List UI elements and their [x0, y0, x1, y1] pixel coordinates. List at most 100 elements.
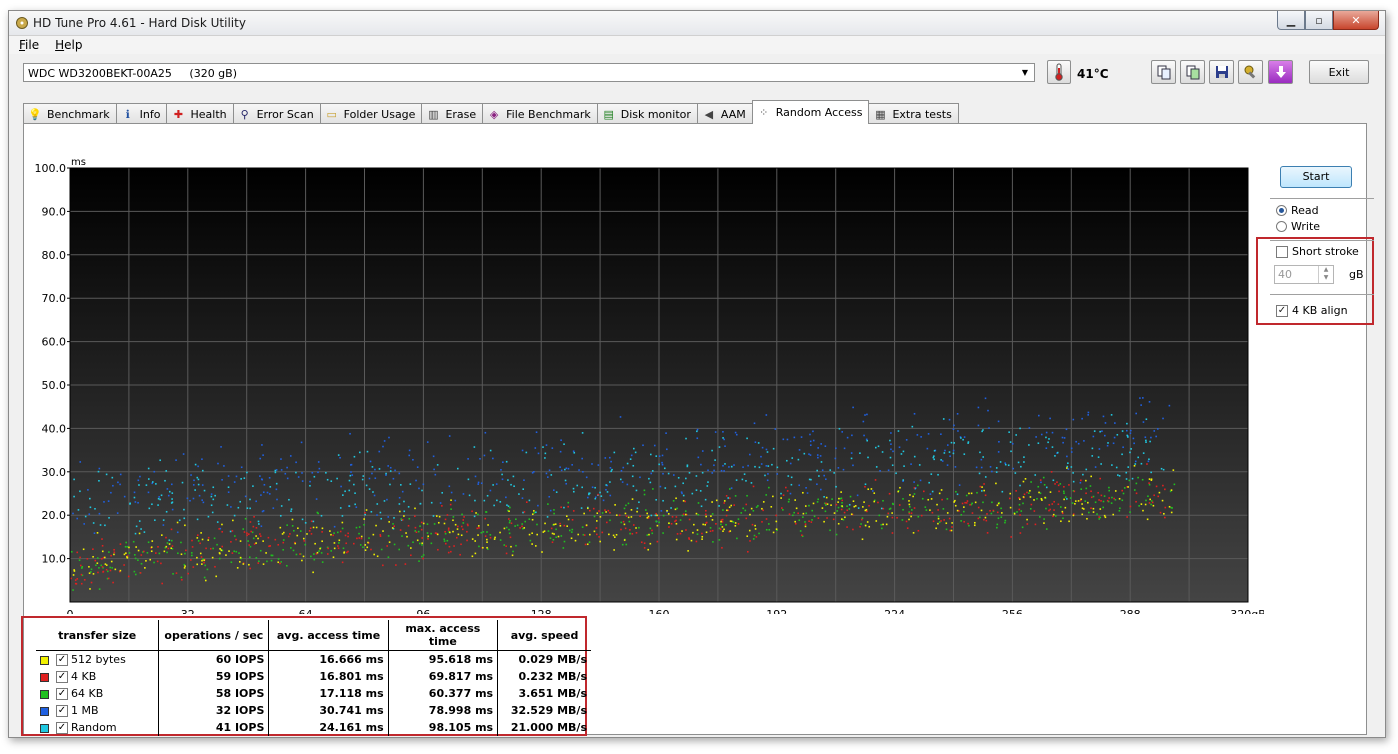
tab-file-benchmark[interactable]: ◈ File Benchmark	[482, 103, 598, 124]
data-point	[879, 470, 881, 472]
data-point	[798, 449, 801, 451]
data-point	[306, 533, 308, 535]
data-point	[284, 472, 287, 475]
data-point	[816, 454, 819, 456]
read-radio[interactable]: Read	[1276, 204, 1319, 217]
exit-button[interactable]: Exit	[1309, 60, 1369, 84]
maximize-button[interactable]: ▫	[1305, 11, 1333, 30]
tab-extra-tests[interactable]: ▦ Extra tests	[868, 103, 959, 124]
start-button[interactable]: Start	[1280, 166, 1352, 188]
data-point	[290, 510, 292, 512]
data-point	[133, 496, 136, 499]
data-point	[134, 532, 137, 535]
data-point	[946, 498, 949, 500]
data-point	[1035, 436, 1037, 438]
data-point	[301, 559, 303, 562]
data-point	[555, 536, 558, 539]
tab-disk-monitor[interactable]: ▤ Disk monitor	[596, 103, 698, 124]
data-point	[313, 475, 316, 478]
data-point	[516, 524, 519, 527]
data-point	[1155, 435, 1157, 438]
data-point	[94, 507, 96, 510]
title-bar[interactable]: HD Tune Pro 4.61 - Hard Disk Utility ▁ ▫…	[9, 11, 1385, 36]
data-point	[145, 484, 148, 486]
data-point	[960, 437, 962, 439]
copy-screenshot-button[interactable]	[1180, 60, 1205, 84]
series-checkbox[interactable]: ✓	[56, 688, 68, 700]
data-point	[104, 563, 107, 565]
tab-folder-usage[interactable]: ▭ Folder Usage	[319, 103, 423, 124]
data-point	[1085, 479, 1087, 482]
data-point	[448, 485, 451, 488]
series-checkbox[interactable]: ✓	[56, 671, 68, 683]
data-point	[921, 497, 924, 500]
data-point	[287, 535, 290, 538]
data-point	[239, 500, 242, 503]
menu-help[interactable]: Help	[45, 36, 88, 52]
data-point	[559, 466, 561, 468]
align-4kb-checkbox[interactable]: ✓ 4 KB align	[1276, 304, 1348, 317]
data-point	[154, 519, 156, 521]
data-point	[249, 545, 252, 548]
menu-file[interactable]: File	[9, 36, 45, 52]
drive-select[interactable]: WDC WD3200BEKT-00A25 (320 gB) ▼	[23, 63, 1035, 82]
data-point	[1171, 507, 1173, 509]
temperature-button[interactable]	[1047, 60, 1071, 84]
write-radio[interactable]: Write	[1276, 220, 1320, 233]
data-point	[189, 499, 191, 502]
max-access-cell: 95.618 ms	[388, 650, 499, 668]
copy-text-button[interactable]	[1151, 60, 1176, 84]
close-button[interactable]: ✕	[1333, 11, 1379, 30]
data-point	[844, 516, 846, 519]
data-point	[221, 530, 223, 533]
data-point	[1098, 499, 1100, 501]
series-checkbox[interactable]: ✓	[56, 654, 68, 666]
data-point	[375, 524, 377, 527]
options-button[interactable]	[1238, 60, 1263, 84]
tab-health[interactable]: ✚ Health	[166, 103, 234, 124]
data-point	[1119, 507, 1121, 510]
data-point	[829, 529, 831, 532]
data-point	[196, 534, 199, 537]
tab-aam[interactable]: ◀ AAM	[696, 103, 753, 124]
data-point	[170, 528, 173, 531]
tab-erase[interactable]: ▥ Erase	[421, 103, 484, 124]
data-point	[1111, 464, 1113, 466]
data-point	[1140, 462, 1143, 465]
data-point	[333, 542, 336, 544]
series-checkbox[interactable]: ✓	[56, 705, 68, 717]
minimize-button[interactable]: ▁	[1277, 11, 1305, 30]
tab-random-access[interactable]: ⁘ Random Access	[751, 100, 870, 124]
data-point	[119, 473, 122, 476]
data-point	[344, 490, 346, 493]
data-point	[192, 497, 195, 500]
data-point	[201, 538, 204, 541]
short-stroke-stepper[interactable]: 40 ▲ ▼	[1274, 265, 1334, 284]
data-point	[1162, 484, 1164, 487]
data-point	[882, 507, 885, 510]
data-point	[1083, 440, 1085, 442]
tab-info[interactable]: ℹ Info	[115, 103, 168, 124]
download-button[interactable]	[1268, 60, 1293, 84]
data-point	[1139, 397, 1141, 399]
data-point	[398, 503, 401, 505]
series-checkbox[interactable]: ✓	[56, 722, 68, 734]
data-point	[462, 493, 465, 495]
data-point	[171, 501, 174, 504]
tab-benchmark[interactable]: 💡 Benchmark	[23, 103, 117, 124]
data-point	[878, 514, 881, 517]
data-point	[474, 475, 477, 478]
data-point	[1019, 427, 1021, 430]
data-point	[1012, 467, 1015, 470]
data-point	[1001, 512, 1003, 514]
data-point	[80, 582, 83, 585]
save-button[interactable]	[1209, 60, 1234, 84]
data-point	[742, 507, 744, 510]
data-point	[290, 508, 293, 510]
data-point	[758, 532, 760, 535]
data-point	[128, 552, 131, 554]
data-point	[1040, 497, 1043, 500]
data-point	[563, 540, 566, 543]
tab-error-scan[interactable]: ⚲ Error Scan	[232, 103, 321, 124]
short-stroke-checkbox[interactable]: Short stroke	[1276, 245, 1359, 258]
